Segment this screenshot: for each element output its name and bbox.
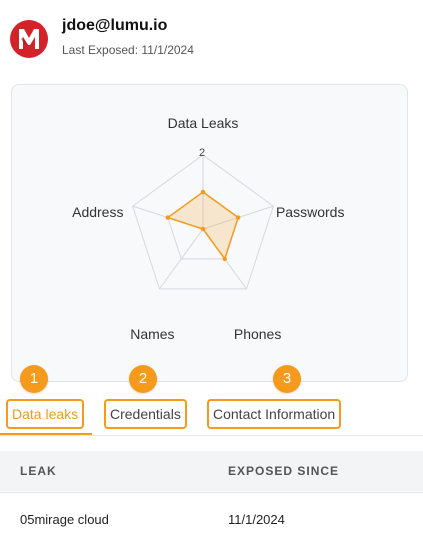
last-exposed-label: Last Exposed:: [62, 43, 139, 57]
last-exposed: Last Exposed: 11/1/2024: [62, 43, 194, 57]
user-email: jdoe@lumu.io: [62, 17, 168, 34]
column-leak: LEAK: [20, 464, 57, 478]
tab-credentials[interactable]: Credentials: [104, 399, 187, 429]
m-logo-icon: [10, 20, 48, 58]
radar-point: [235, 215, 241, 220]
active-tab-indicator: [0, 433, 92, 435]
step-badge-3: 3: [273, 365, 301, 393]
radar-axis-label: Passwords: [275, 203, 345, 220]
tab-data-leaks[interactable]: Data leaks: [6, 399, 85, 429]
radar-tick-label: 2: [198, 147, 206, 159]
leak-name: 05mirage cloud: [20, 512, 109, 527]
step-badge-1: 1: [20, 365, 48, 393]
radar-point: [165, 215, 171, 220]
table-header: LEAK EXPOSED SINCE: [0, 451, 423, 491]
table-row[interactable]: 05mirage cloud 11/1/2024: [0, 492, 423, 538]
radar-point: [200, 226, 206, 232]
radar-point: [222, 256, 227, 262]
radar-axis-label: Data Leaks: [167, 115, 239, 131]
column-exposed-since: EXPOSED SINCE: [228, 464, 340, 478]
radar-axis-label: Names: [130, 326, 175, 343]
radar-axis-label: Address: [72, 203, 124, 220]
radar-axis-label: Phones: [233, 326, 282, 343]
radar-chart-card: Data Leaks Passwords Phones Names Address 2: [11, 84, 408, 382]
tab-bar: Data leaks Credentials Contact Informati…: [0, 395, 423, 436]
radar-point: [200, 189, 206, 195]
last-exposed-date: 11/1/2024: [141, 43, 194, 57]
exposed-since-date: 11/1/2024: [228, 512, 285, 527]
tab-contact-information[interactable]: Contact Information: [207, 399, 342, 429]
step-badge-2: 2: [129, 365, 157, 393]
